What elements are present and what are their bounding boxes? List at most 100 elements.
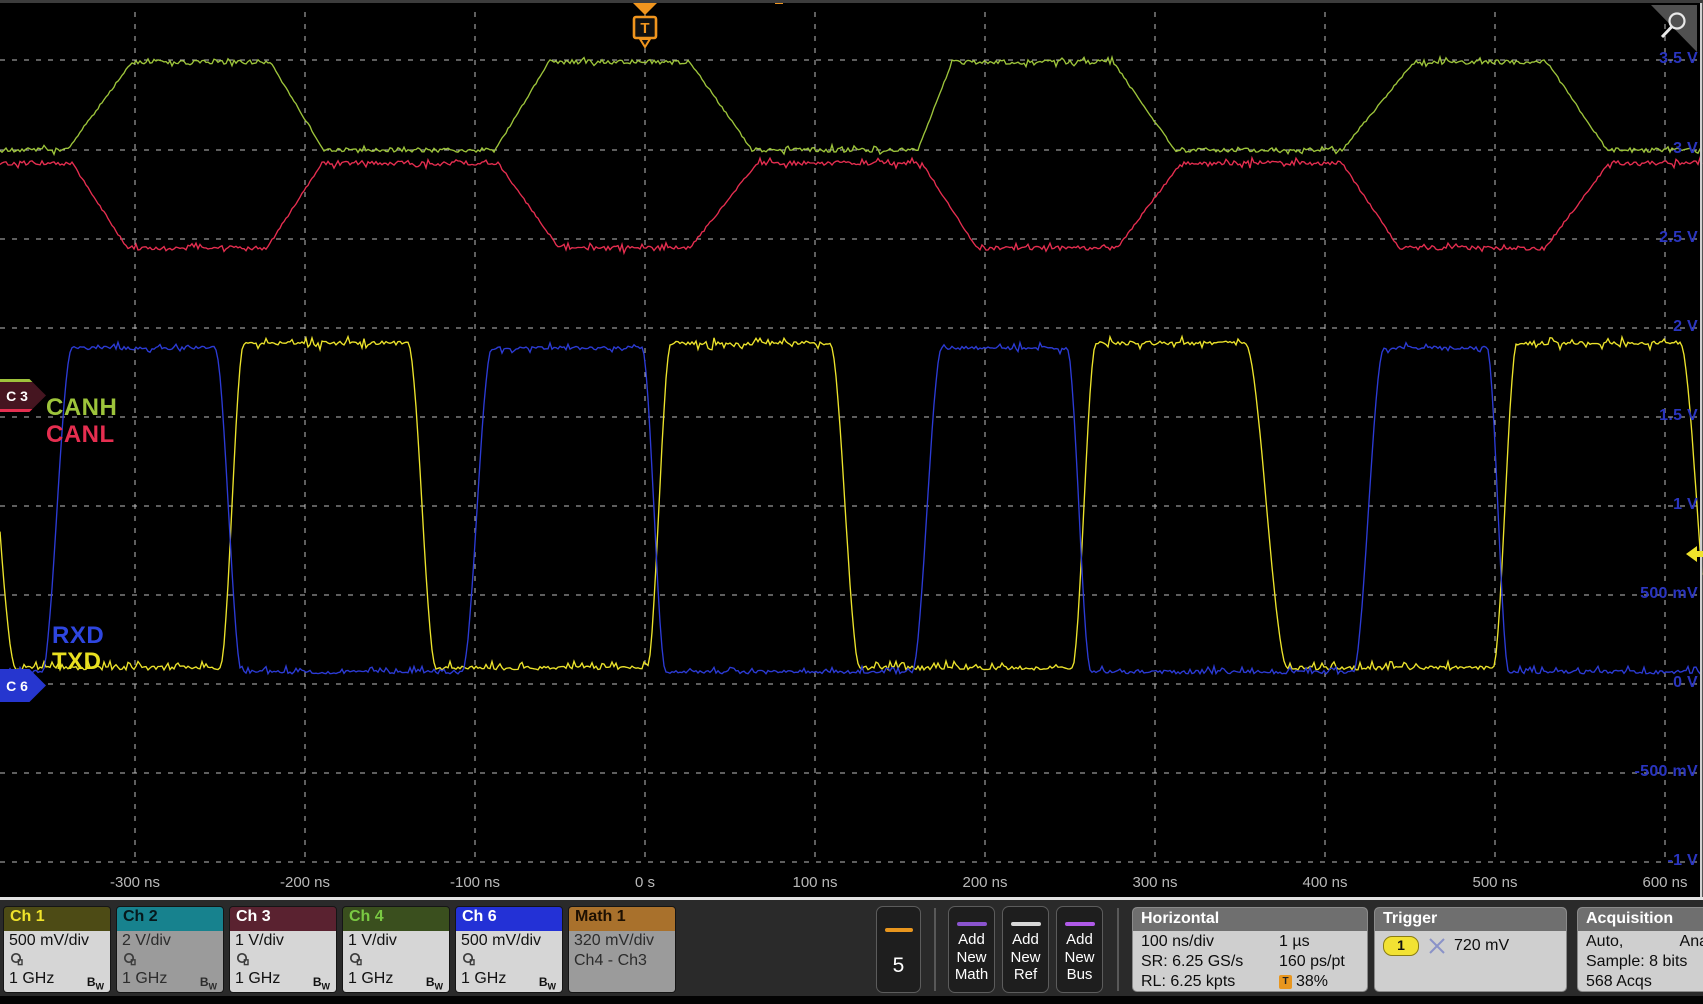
trace-label-rxd: RXD [52, 622, 104, 650]
button-label: Add New Math [949, 931, 994, 984]
bandwidth-limit-icon: BW [200, 975, 217, 991]
acquisition-panel[interactable]: Acquisition Auto, Ana Sample: 8 bits 568… [1577, 907, 1703, 992]
horizontal-window: 1 µs [1279, 932, 1310, 951]
channel-scale: 320 mV/div [574, 931, 670, 951]
time-label: 600 ns [1642, 874, 1687, 891]
acquisition-sample: Sample: 8 bits [1586, 952, 1687, 972]
voltage-label: 3.5 V [1659, 50, 1698, 68]
five-accent-line [885, 928, 913, 932]
voltage-label: 3 V [1673, 140, 1698, 158]
voltage-label: 2 V [1673, 318, 1698, 336]
time-label: 100 ns [792, 874, 837, 891]
acquisition-mode-right: Ana [1680, 932, 1703, 952]
time-label: -100 ns [450, 874, 500, 891]
channel-badge-body: 1 V/div1 GHzBW [343, 931, 449, 993]
horizontal-panel[interactable]: Horizontal 100 ns/div 1 µs SR: 6.25 GS/s… [1132, 907, 1368, 992]
trigger-position-arrow[interactable] [633, 3, 657, 15]
channel-badge-title: Ch 4 [343, 907, 449, 931]
magnifier-handle [1662, 27, 1672, 37]
trigger-marker-pointer [640, 39, 650, 47]
time-label: 400 ns [1302, 874, 1347, 891]
channel-badge-body: 1 V/div1 GHzBW [230, 931, 336, 993]
trace-label-canh: CANH [46, 394, 117, 422]
either-edge-icon [1427, 937, 1447, 955]
bandwidth-limit-icon: BW [87, 975, 104, 991]
channel-badge-body: 500 mV/div1 GHzBW [4, 931, 110, 993]
button-label: Add New Bus [1057, 931, 1102, 984]
time-label: 0 s [635, 874, 655, 891]
trigger-position-icon: T [1279, 975, 1292, 989]
probe-icon [122, 951, 218, 969]
trace-label-txd: TXD [52, 648, 102, 676]
channel-badge-body: 500 mV/div1 GHzBW [456, 931, 562, 993]
channel-badge-ch2[interactable]: Ch 22 V/div1 GHzBW [116, 906, 224, 993]
bottom-bar: Ch 1500 mV/div1 GHzBWCh 22 V/div1 GHzBWC… [0, 900, 1703, 1004]
add-new-ref-button[interactable]: Add New Ref [1002, 906, 1049, 993]
trigger-panel[interactable]: Trigger 1 720 mV [1374, 907, 1567, 992]
channel-badge-ch6[interactable]: Ch 6500 mV/div1 GHzBW [455, 906, 563, 993]
button-accent-line [1065, 922, 1095, 926]
voltage-label: 2.5 V [1659, 229, 1698, 247]
trace-txd [0, 337, 1702, 670]
horizontal-resolution: 160 ps/pt [1279, 952, 1345, 971]
voltage-label: -500 mV [1635, 763, 1698, 781]
channel-badge-math1[interactable]: Math 1320 mV/divCh4 - Ch3 [568, 906, 676, 993]
probe-icon [235, 951, 331, 969]
time-label: 300 ns [1132, 874, 1177, 891]
trigger-source-badge: 1 [1383, 936, 1419, 956]
voltage-label: 0 V [1673, 674, 1698, 692]
toolbar-separator [1117, 908, 1119, 991]
probe-icon [348, 951, 444, 969]
zoom-corner-button[interactable] [1651, 5, 1697, 52]
voltage-label: 1.5 V [1659, 407, 1698, 425]
button-accent-line [1011, 922, 1041, 926]
channel-scale: 500 mV/div [9, 931, 105, 951]
waveform-canvas[interactable]: T [0, 0, 1703, 899]
channel-scale: 2 V/div [122, 931, 218, 951]
trigger-panel-title: Trigger [1375, 908, 1566, 931]
trace-label-canl: CANL [46, 421, 115, 449]
voltage-label: 500 mV [1640, 585, 1698, 603]
channel-badge-ch3[interactable]: Ch 31 V/div1 GHzBW [229, 906, 337, 993]
probe-icon [461, 951, 557, 969]
trigger-level-value: 720 mV [1454, 937, 1509, 955]
math-source: Ch4 - Ch3 [574, 951, 670, 971]
channel-scale: 1 V/div [348, 931, 444, 951]
acquisition-panel-title: Acquisition [1578, 908, 1703, 931]
channel-badge-title: Ch 3 [230, 907, 336, 931]
button-label: Add New Ref [1003, 931, 1048, 984]
horizontal-trigger-position: 38% [1296, 972, 1328, 991]
button-accent-line [957, 922, 987, 926]
voltage-label: -1 V [1667, 852, 1698, 870]
waveform-display[interactable]: T 3.5 V3 V2.5 V2 V1.5 V1 V500 mV0 V-500 … [0, 0, 1703, 899]
probe-icon [9, 951, 105, 969]
acquisition-mode: Auto, [1586, 932, 1623, 952]
add-new-bus-button[interactable]: Add New Bus [1056, 906, 1103, 993]
bandwidth-limit-icon: BW [539, 975, 556, 991]
waveform-count-button[interactable]: 5 [876, 906, 921, 993]
top-strip [0, 0, 1703, 3]
time-label: -300 ns [110, 874, 160, 891]
channel-badge-body: 2 V/div1 GHzBW [117, 931, 223, 993]
waveform-count-label: 5 [877, 954, 920, 978]
trigger-position-marker[interactable]: T [633, 3, 657, 47]
add-new-math-button[interactable]: Add New Math [948, 906, 995, 993]
channel-badge-title: Ch 6 [456, 907, 562, 931]
channel-badge-ch4[interactable]: Ch 41 V/div1 GHzBW [342, 906, 450, 993]
plot-right-border [1700, 3, 1702, 897]
bandwidth-limit-icon: BW [313, 975, 330, 991]
horizontal-panel-title: Horizontal [1133, 908, 1367, 931]
channel-badge-ch1[interactable]: Ch 1500 mV/div1 GHzBW [3, 906, 111, 993]
toolbar-separator [934, 908, 936, 991]
trace-canh [0, 57, 1702, 154]
channel-badge-title: Ch 1 [4, 907, 110, 931]
channel-badge-title: Math 1 [569, 907, 675, 931]
bandwidth-limit-icon: BW [426, 975, 443, 991]
channel-scale: 1 V/div [235, 931, 331, 951]
bottom-black-strip [0, 996, 1703, 1004]
acquisition-count: 568 Acqs [1586, 972, 1652, 992]
plot-divider [0, 897, 1703, 900]
trigger-marker-label: T [640, 20, 649, 37]
channel-badge-body: 320 mV/divCh4 - Ch3 [569, 931, 675, 993]
horizontal-scale: 100 ns/div [1141, 932, 1214, 952]
